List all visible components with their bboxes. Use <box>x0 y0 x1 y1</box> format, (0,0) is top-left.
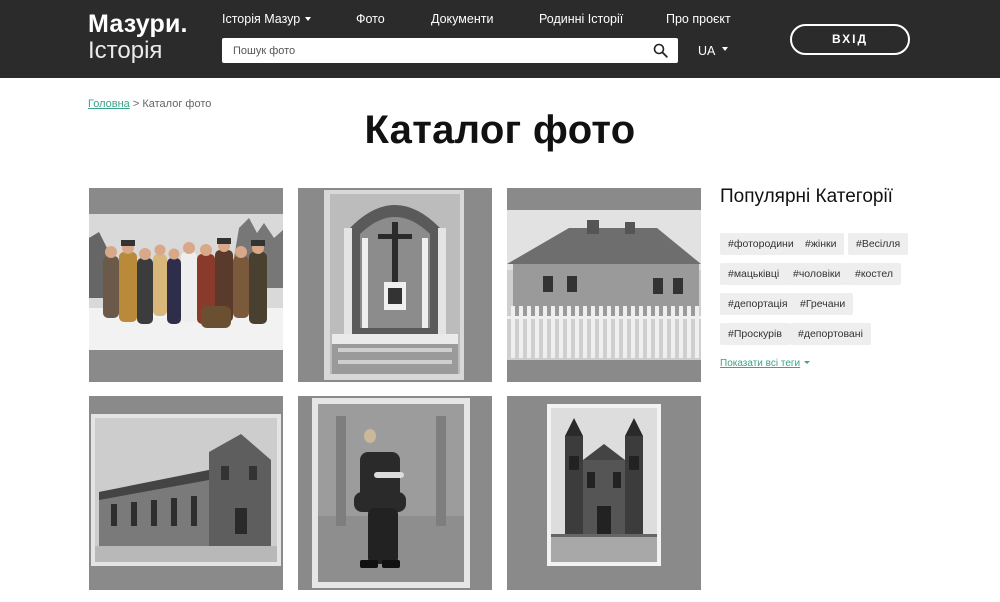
tag-item[interactable]: #Весілля <box>848 233 909 255</box>
photo-image <box>298 188 492 382</box>
show-all-tags-label: Показати всі теги <box>720 358 801 369</box>
chevron-down-icon <box>722 46 729 51</box>
nav-item-label: Родинні Історії <box>539 12 624 26</box>
tag-item[interactable]: #чоловіки <box>785 263 849 285</box>
photo-card-church-altar[interactable] <box>298 188 492 382</box>
nav-item-photo[interactable]: Фото <box>356 12 385 26</box>
tag-item[interactable]: #депортовані <box>790 323 871 345</box>
photo-image <box>298 396 492 590</box>
tag-item[interactable]: #Проскурів <box>720 323 790 345</box>
login-button[interactable]: ВХІД <box>790 24 910 55</box>
tag-item[interactable]: #Гречани <box>792 293 854 315</box>
photo-image <box>89 188 283 382</box>
show-all-tags-link[interactable]: Показати всі теги <box>720 358 811 369</box>
site-header: Мазури. Історія Історія Мазур Фото Докум… <box>0 0 1000 78</box>
site-logo[interactable]: Мазури. Історія <box>88 12 188 63</box>
language-selector[interactable]: UA <box>698 44 729 58</box>
photo-image <box>507 188 701 382</box>
popular-categories-title: Популярні Категорії <box>720 186 893 207</box>
search-input[interactable] <box>222 38 642 63</box>
nav-item-label: Фото <box>356 12 385 26</box>
nav-item-label: Документи <box>431 12 494 26</box>
photo-card-church-two-towers[interactable] <box>507 396 701 590</box>
chevron-down-icon <box>804 360 811 364</box>
photo-card-wooden-house[interactable] <box>507 188 701 382</box>
nav-item-family-stories[interactable]: Родинні Історії <box>539 12 623 26</box>
language-label: UA <box>698 44 716 58</box>
nav-item-documents[interactable]: Документи <box>431 12 493 26</box>
tag-item[interactable]: #фотородини <box>720 233 802 255</box>
tag-item[interactable]: #мацьківці <box>720 263 788 285</box>
photo-image <box>507 396 701 590</box>
photo-card-group-in-snow[interactable] <box>89 188 283 382</box>
tag-item[interactable]: #костел <box>847 263 901 285</box>
logo-line2: Історія <box>88 37 163 64</box>
search-box <box>222 38 678 63</box>
tag-item[interactable]: #депортація <box>720 293 796 315</box>
chevron-down-icon <box>305 16 312 21</box>
tag-item[interactable]: #жінки <box>797 233 845 255</box>
nav-item-history[interactable]: Історія Мазур <box>222 12 312 26</box>
page-title: Каталог фото <box>364 108 636 152</box>
photo-image <box>89 396 283 590</box>
photo-card-seated-priest[interactable] <box>298 396 492 590</box>
logo-line1: Мазури. <box>88 10 188 38</box>
search-icon[interactable] <box>653 43 668 58</box>
nav-item-about[interactable]: Про проєкт <box>666 12 731 26</box>
nav-item-label: Про проєкт <box>666 12 731 26</box>
photo-card-church-building[interactable] <box>89 396 283 590</box>
nav-item-label: Історія Мазур <box>222 12 301 26</box>
